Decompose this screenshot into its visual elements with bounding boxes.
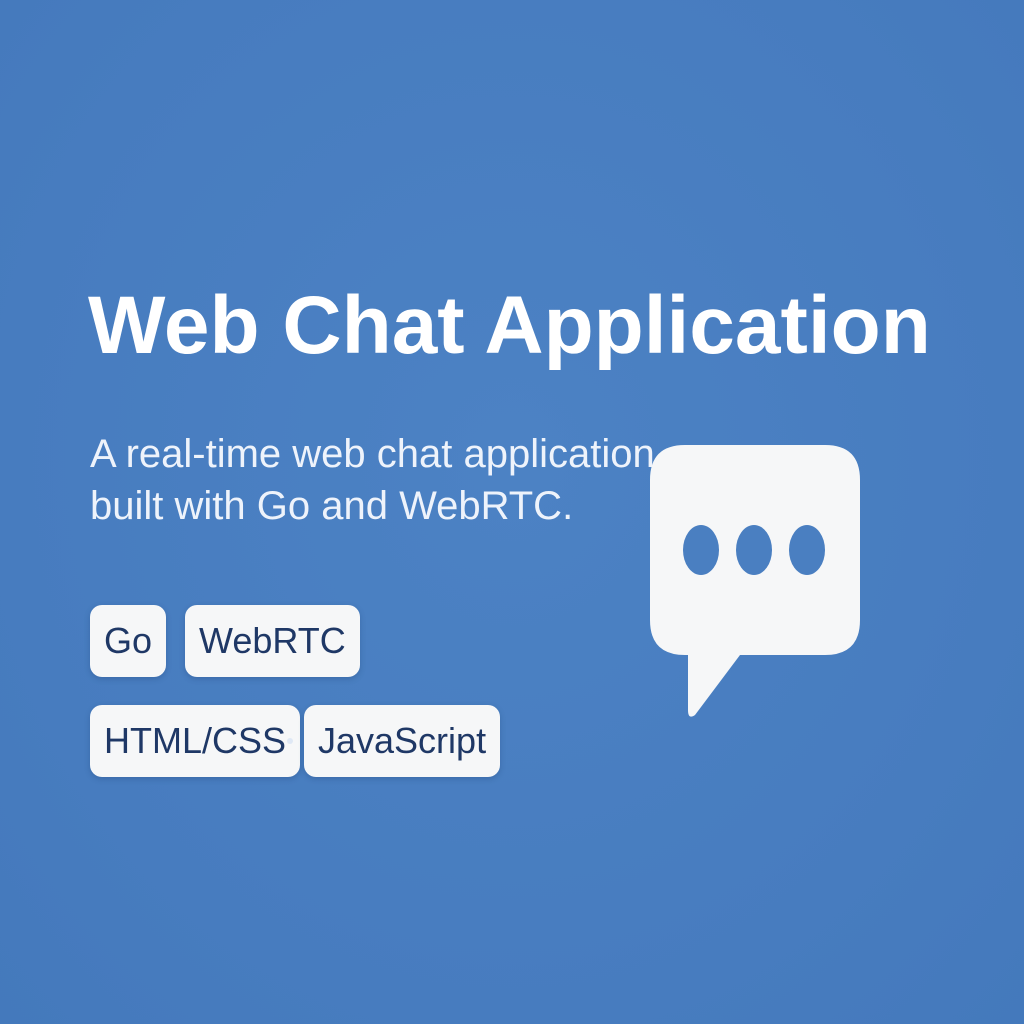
tag-javascript: JavaScript bbox=[304, 705, 501, 777]
typing-dot bbox=[683, 525, 719, 575]
page-title: Web Chat Application bbox=[88, 280, 931, 371]
banner: Web Chat Application A real-time web cha… bbox=[0, 0, 1024, 1024]
tag-html-css: HTML/CSS bbox=[90, 705, 301, 777]
tag-webrtc: WebRTC bbox=[185, 605, 360, 677]
separator-dot bbox=[287, 738, 293, 744]
typing-dot bbox=[736, 525, 772, 575]
description-line-2: built with Go and WebRTC. bbox=[90, 484, 574, 528]
chat-bubble-shape bbox=[650, 445, 860, 717]
tag-go: Go bbox=[90, 605, 167, 677]
typing-dot bbox=[789, 525, 825, 575]
chat-bubble-icon bbox=[650, 445, 860, 717]
description: A real-time web chat application built w… bbox=[90, 428, 655, 532]
description-line-1: A real-time web chat application bbox=[90, 432, 655, 476]
